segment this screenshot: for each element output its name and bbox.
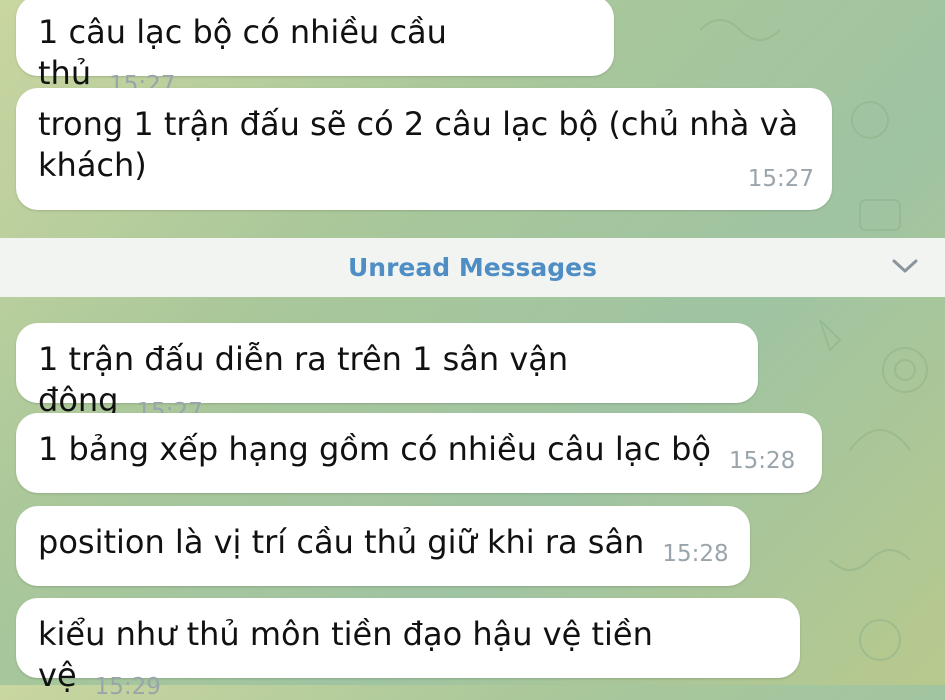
message-bubble[interactable]: kiểu như thủ môn tiền đạo hậu vệ tiền vệ… [16, 598, 800, 700]
unread-messages-label: Unread Messages [347, 253, 598, 282]
message-text: 1 trận đấu diễn ra trên 1 sân vận động [38, 340, 569, 419]
message-bubble[interactable]: position là vị trí cầu thủ giữ khi ra sâ… [16, 506, 750, 586]
message-bubble[interactable]: 1 câu lạc bộ có nhiều cầu thủ 15:27 [16, 0, 614, 98]
message-text: trong 1 trận đấu sẽ có 2 câu lạc bộ (chủ… [38, 105, 799, 184]
message-time: 15:29 [94, 674, 161, 700]
message-bubble[interactable]: 1 bảng xếp hạng gồm có nhiều câu lạc bộ 1… [16, 413, 822, 493]
message-bubble[interactable]: 1 trận đấu diễn ra trên 1 sân vận động 15… [16, 323, 758, 425]
message-text: 1 bảng xếp hạng gồm có nhiều câu lạc bộ [38, 430, 711, 468]
message-time: 15:28 [662, 541, 729, 567]
message-text: position là vị trí cầu thủ giữ khi ra sâ… [38, 523, 645, 561]
message-time: 15:27 [747, 166, 814, 192]
message-bubble[interactable]: trong 1 trận đấu sẽ có 2 câu lạc bộ (chủ… [16, 88, 832, 210]
chevron-down-icon[interactable] [891, 256, 919, 276]
message-time: 15:28 [728, 448, 796, 474]
message-text: 1 câu lạc bộ có nhiều cầu thủ [38, 13, 447, 92]
unread-messages-divider: Unread Messages [0, 238, 945, 297]
